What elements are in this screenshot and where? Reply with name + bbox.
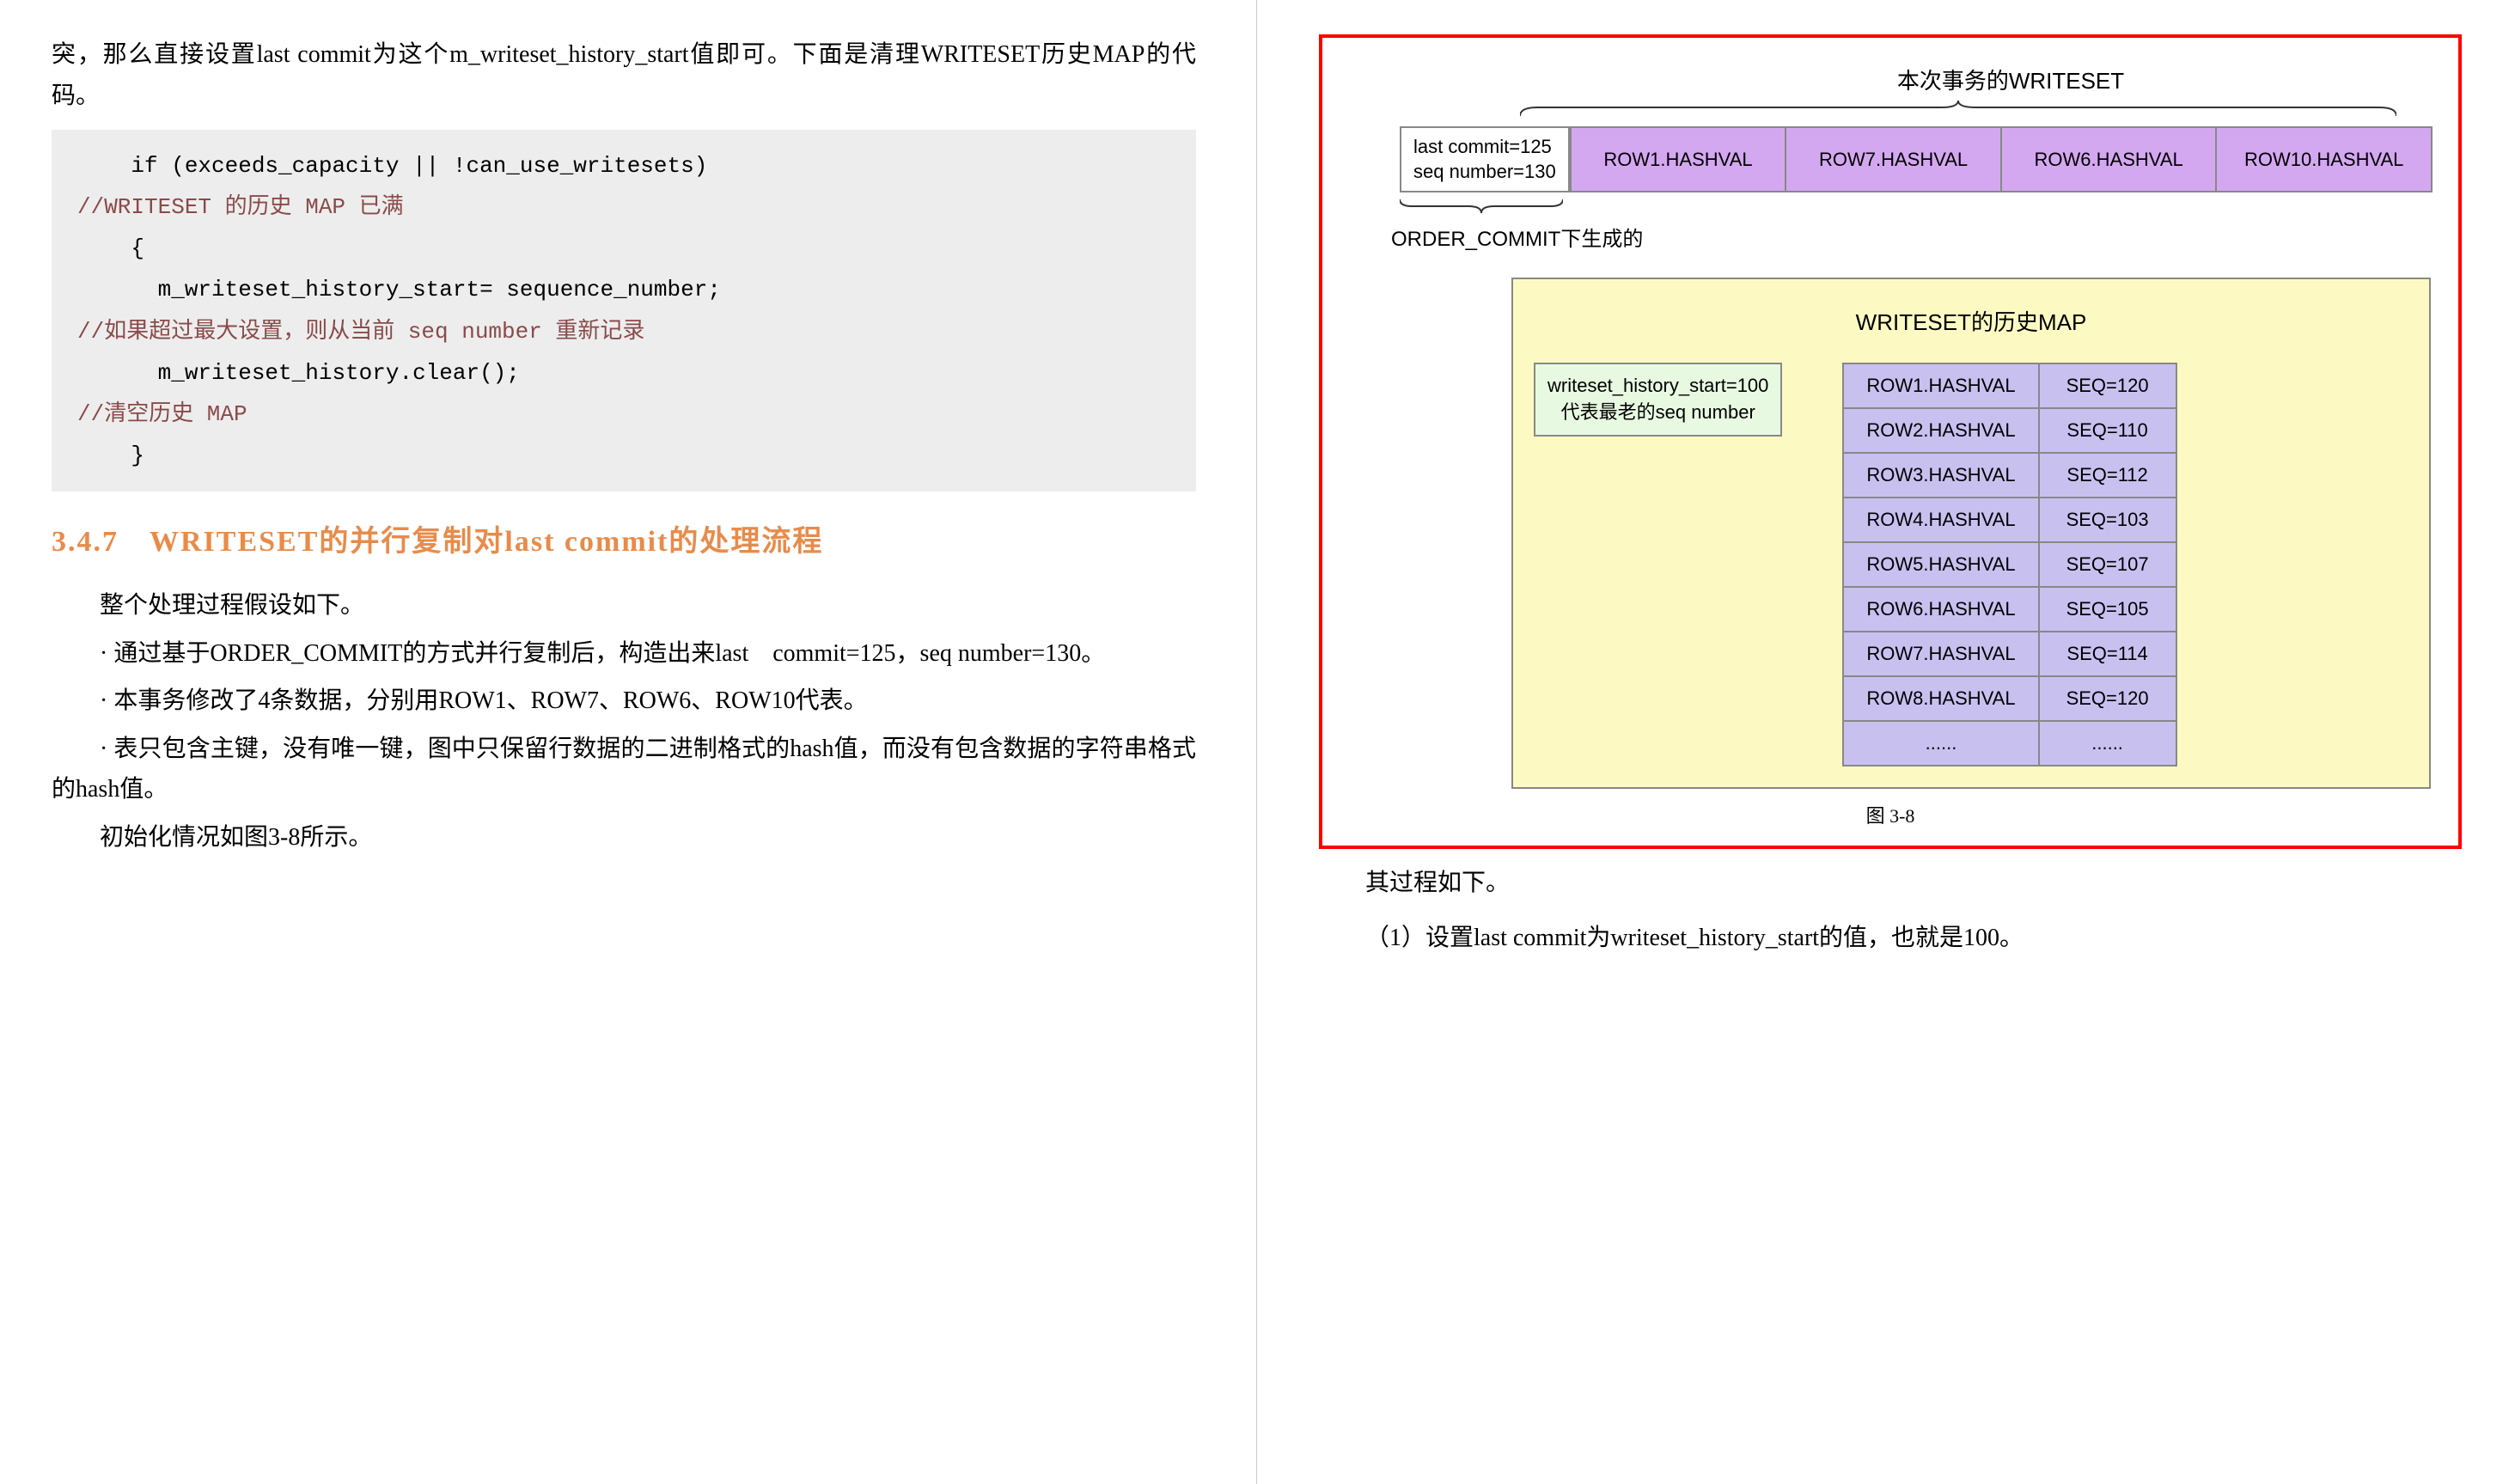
table-row: ROW6.HASHVALSEQ=105 — [1843, 587, 2176, 632]
history-start-line2: 代表最老的seq number — [1547, 400, 1768, 426]
brace-bottom-icon — [1400, 198, 1563, 213]
figure-caption: 图 3-8 — [1348, 801, 2433, 828]
left-page: 突，那么直接设置last commit为这个m_writeset_history… — [0, 0, 1257, 1484]
table-row: ROW8.HASHVALSEQ=120 — [1843, 676, 2176, 721]
code-comment: //清空历史 MAP — [77, 401, 247, 427]
hash-cell: ...... — [1843, 721, 2038, 766]
hash-cell: ROW6.HASHVAL — [2002, 126, 2218, 192]
code-line: } — [77, 443, 144, 468]
bullet-item: · 通过基于ORDER_COMMIT的方式并行复制后，构造出来last comm… — [52, 633, 1196, 675]
history-map-box: WRITESET的历史MAP writeset_history_start=10… — [1511, 278, 2431, 789]
hash-cell: ROW8.HASHVAL — [1843, 676, 2038, 721]
commit-info-box: last commit=125 seq number=130 — [1400, 126, 1570, 192]
writeset-row: last commit=125 seq number=130 ROW1.HASH… — [1400, 126, 2433, 192]
table-row: ROW3.HASHVALSEQ=112 — [1843, 453, 2176, 498]
hash-cell: ROW5.HASHVAL — [1843, 542, 2038, 587]
hash-cell: ROW1.HASHVAL — [1843, 363, 2038, 408]
seq-cell: SEQ=120 — [2039, 676, 2176, 721]
brace-top-icon — [1520, 101, 2396, 118]
bullet-item: · 本事务修改了4条数据，分别用ROW1、ROW7、ROW6、ROW10代表。 — [52, 681, 1196, 722]
history-map-table: ROW1.HASHVALSEQ=120ROW2.HASHVALSEQ=110RO… — [1842, 363, 2176, 766]
right-page: 本次事务的WRITESET last commit=125 seq number… — [1257, 0, 2515, 1484]
figure-3-8: 本次事务的WRITESET last commit=125 seq number… — [1319, 34, 2462, 849]
seq-cell: SEQ=120 — [2039, 363, 2176, 408]
seq-cell: SEQ=112 — [2039, 453, 2176, 498]
seq-cell: SEQ=110 — [2039, 408, 2176, 453]
paragraph: 初始化情况如图3-8所示。 — [52, 817, 1196, 858]
last-commit-value: last commit=125 — [1413, 135, 1556, 160]
bullet-item: · 表只包含主键，没有唯一键，图中只保留行数据的二进制格式的hash值，而没有包… — [52, 729, 1196, 810]
hash-cell: ROW10.HASHVAL — [2217, 126, 2433, 192]
table-row: ROW4.HASHVALSEQ=103 — [1843, 498, 2176, 542]
code-line: m_writeset_history.clear(); — [77, 360, 520, 386]
order-commit-label: ORDER_COMMIT下生成的 — [1391, 222, 2433, 252]
hash-cell: ROW1.HASHVAL — [1570, 126, 1787, 192]
table-row: ROW1.HASHVALSEQ=120 — [1843, 363, 2176, 408]
hash-cell: ROW7.HASHVAL — [1786, 126, 2002, 192]
seq-cell: ...... — [2039, 721, 2176, 766]
history-map-title: WRITESET的历史MAP — [1534, 305, 2408, 337]
code-comment: //如果超过最大设置，则从当前 seq number 重新记录 — [77, 319, 644, 345]
table-row: ROW5.HASHVALSEQ=107 — [1843, 542, 2176, 587]
hash-cells: ROW1.HASHVAL ROW7.HASHVAL ROW6.HASHVAL R… — [1570, 126, 2433, 192]
intro-paragraph: 突，那么直接设置last commit为这个m_writeset_history… — [52, 34, 1196, 116]
paragraph: 其过程如下。 — [1317, 863, 2463, 904]
code-comment: //WRITESET 的历史 MAP 已满 — [77, 194, 404, 220]
hash-cell: ROW7.HASHVAL — [1843, 632, 2038, 676]
hash-cell: ROW4.HASHVAL — [1843, 498, 2038, 542]
hash-cell: ROW6.HASHVAL — [1843, 587, 2038, 632]
paragraph: 整个处理过程假设如下。 — [52, 585, 1196, 626]
diagram-title-top: 本次事务的WRITESET — [1589, 64, 2433, 95]
seq-cell: SEQ=114 — [2039, 632, 2176, 676]
code-block: if (exceeds_capacity || !can_use_writese… — [52, 130, 1196, 492]
code-line: m_writeset_history_start= sequence_numbe… — [77, 277, 721, 302]
paragraph: （1）设置last commit为writeset_history_start的… — [1317, 918, 2463, 959]
table-row: ROW7.HASHVALSEQ=114 — [1843, 632, 2176, 676]
seq-cell: SEQ=107 — [2039, 542, 2176, 587]
code-line: if (exceeds_capacity || !can_use_writese… — [77, 153, 707, 179]
table-row: ROW2.HASHVALSEQ=110 — [1843, 408, 2176, 453]
history-start-box: writeset_history_start=100 代表最老的seq numb… — [1534, 363, 1782, 437]
history-start-line1: writeset_history_start=100 — [1547, 373, 1768, 400]
hash-cell: ROW3.HASHVAL — [1843, 453, 2038, 498]
hash-cell: ROW2.HASHVAL — [1843, 408, 2038, 453]
seq-number-value: seq number=130 — [1413, 160, 1556, 185]
table-row: ............ — [1843, 721, 2176, 766]
seq-cell: SEQ=105 — [2039, 587, 2176, 632]
section-heading: 3.4.7 WRITESET的并行复制对last commit的处理流程 — [52, 517, 1196, 559]
seq-cell: SEQ=103 — [2039, 498, 2176, 542]
code-line: { — [77, 235, 144, 261]
